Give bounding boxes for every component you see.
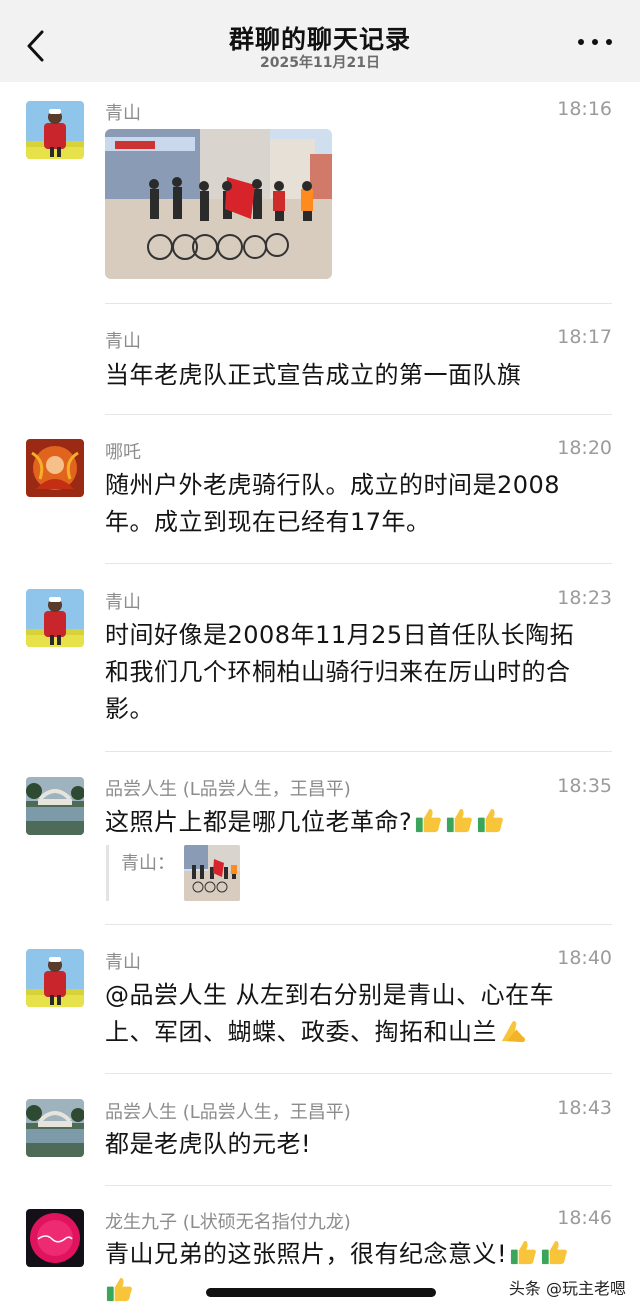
message-text: 这照片上都是哪几位老革命?: [105, 804, 610, 841]
message-line: 随州户外老虎骑行队。成立的时间是2008: [105, 471, 561, 499]
message-time: 18:16: [557, 98, 612, 120]
sender-name: 品尝人生 (L品尝人生，王昌平): [105, 1102, 351, 1123]
thumbs-up-icon: [106, 1277, 132, 1302]
thumbs-up-icon: [447, 808, 473, 833]
avatar[interactable]: [26, 1209, 84, 1267]
folded-hands-icon: [501, 1021, 526, 1043]
message-line: 青山兄弟的这张照片，很有纪念意义!: [105, 1240, 508, 1268]
message-divider: [105, 1185, 612, 1186]
thumbs-up-icon: [542, 1240, 567, 1265]
message-time: 18:17: [557, 326, 612, 348]
thumbs-up-icon: [478, 808, 504, 833]
quoted-photo[interactable]: [184, 845, 240, 901]
message-time: 18:40: [557, 947, 612, 969]
message-line: 和我们几个环桐柏山骑行归来在厉山时的合: [105, 658, 571, 686]
sender-name: 品尝人生 (L品尝人生，王昌平): [105, 779, 351, 800]
message-text: @品尝人生 从左到右分别是青山、心在车 上、军团、蝴蝶、政委、掏拓和山兰: [105, 977, 610, 1051]
message-divider: [105, 751, 612, 752]
message-divider: [105, 563, 612, 564]
avatar[interactable]: [26, 439, 84, 497]
message-text: 都是老虎队的元老!: [105, 1130, 312, 1158]
sender-name: 哪吒: [105, 442, 141, 463]
page-title: 群聊的聊天记录: [228, 25, 411, 54]
quote-label: 青山：: [121, 853, 175, 874]
message-text: 当年老虎队正式宣告成立的第一面队旗: [105, 361, 522, 389]
thumbs-up-icon: [511, 1240, 536, 1265]
message-divider: [105, 1073, 612, 1074]
message-time: 18:43: [557, 1097, 612, 1119]
chat-photo[interactable]: [105, 129, 332, 279]
watermark: 头条 @玩主老嗯: [508, 1279, 626, 1298]
sender-name: 青山: [105, 331, 141, 352]
sender-name: 青山: [105, 952, 141, 973]
message-line: @品尝人生 从左到右分别是青山、心在车: [105, 981, 555, 1009]
sender-name: 龙生九子 (L状硕无名指付九龙): [105, 1212, 351, 1233]
message-line: 年。成立到现在已经有17年。: [105, 508, 431, 536]
message-divider: [105, 924, 612, 925]
message-line: 这照片上都是哪几位老革命?: [105, 808, 413, 836]
message-line: 影。: [105, 695, 154, 723]
avatar[interactable]: [26, 589, 84, 647]
avatar[interactable]: [26, 101, 84, 159]
message-line: 时间好像是2008年11月25日首任队长陶拓: [105, 621, 575, 649]
message-time: 18:23: [557, 587, 612, 609]
chat-date: 2025年11月21日: [260, 55, 380, 71]
more-dots-icon[interactable]: [578, 36, 612, 48]
message-time: 18:35: [557, 775, 612, 797]
avatar[interactable]: [26, 777, 84, 835]
message-time: 18:46: [557, 1207, 612, 1229]
avatar[interactable]: [26, 1099, 84, 1157]
message-text: 时间好像是2008年11月25日首任队长陶拓 和我们几个环桐柏山骑行归来在厉山时…: [105, 617, 610, 728]
sender-name: 青山: [105, 103, 141, 124]
nav-bar: 群聊的聊天记录 2025年11月21日: [0, 0, 640, 82]
quote-bar: [106, 845, 109, 901]
message-divider: [105, 303, 612, 304]
avatar[interactable]: [26, 949, 84, 1007]
thumbs-up-icon: [416, 808, 442, 833]
sender-name: 青山: [105, 592, 141, 613]
message-line: 上、军团、蝴蝶、政委、掏拓和山兰: [105, 1018, 497, 1046]
message-divider: [105, 414, 612, 415]
message-time: 18:20: [557, 437, 612, 459]
home-indicator[interactable]: [206, 1288, 436, 1297]
message-text: 随州户外老虎骑行队。成立的时间是2008 年。成立到现在已经有17年。: [105, 467, 610, 541]
